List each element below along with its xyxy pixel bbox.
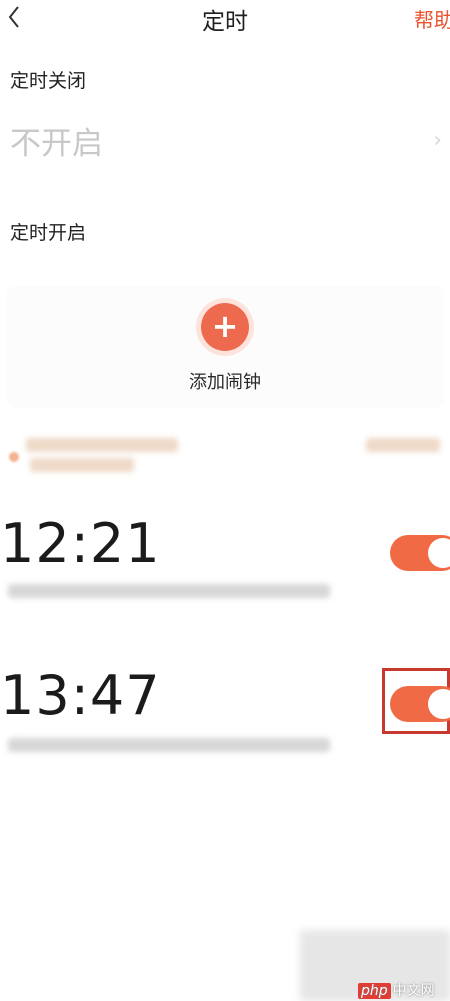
toggle-knob xyxy=(428,689,450,719)
hint-dot-icon xyxy=(9,452,19,462)
plus-icon: + xyxy=(201,303,249,351)
alarm-toggle[interactable] xyxy=(390,686,450,722)
watermark: php 中文网 xyxy=(358,980,435,1000)
alarm-toggle[interactable] xyxy=(390,535,450,571)
add-alarm-label: 添加闹钟 xyxy=(189,372,261,393)
timer-on-label: 定时开启 xyxy=(10,222,87,244)
alarm-time[interactable]: 12:21 xyxy=(0,512,161,575)
add-alarm-button[interactable]: + xyxy=(196,298,254,356)
timer-off-value[interactable]: 不开启 xyxy=(10,118,103,163)
alarm-time[interactable]: 13:47 xyxy=(0,664,161,727)
chevron-right-icon: › xyxy=(433,128,442,153)
watermark-badge: php xyxy=(358,983,391,999)
page-title: 定时 xyxy=(202,9,248,35)
blurred-alarm-description xyxy=(8,738,330,752)
blurred-hint-text xyxy=(30,458,134,472)
help-link[interactable]: 帮助 xyxy=(414,4,450,33)
blurred-hint-link[interactable] xyxy=(366,438,440,452)
blurred-hint-text xyxy=(26,438,178,452)
watermark-text: 中文网 xyxy=(392,983,435,999)
timer-off-label: 定时关闭 xyxy=(10,70,87,92)
blurred-alarm-description xyxy=(8,584,330,598)
toggle-knob xyxy=(428,538,450,568)
